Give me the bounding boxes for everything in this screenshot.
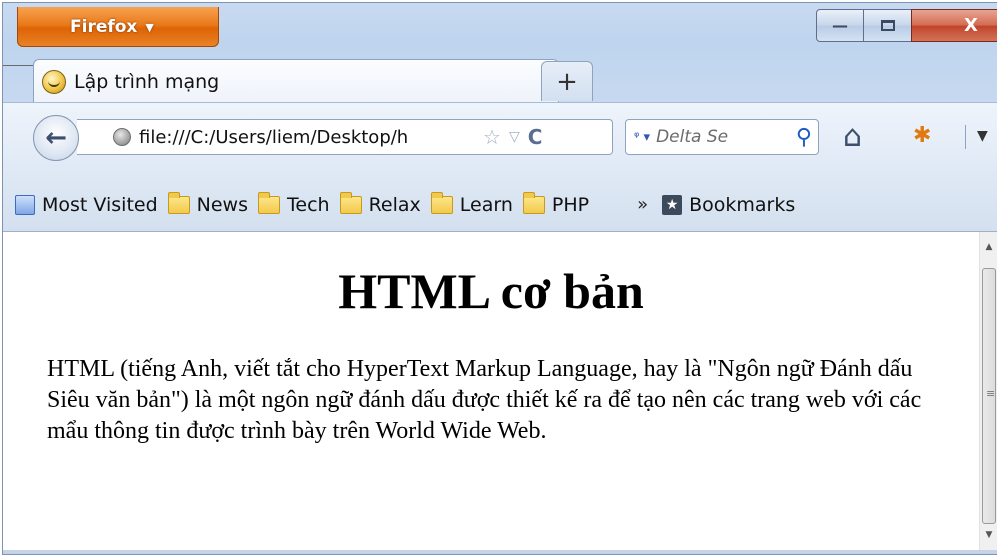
bookmark-label: Learn: [459, 194, 513, 216]
page-title: HTML cơ bản: [338, 263, 644, 319]
bookmark-label: News: [196, 194, 248, 216]
search-icon[interactable]: ⚲: [796, 125, 812, 150]
page-content: HTML cơ bản HTML (tiếng Anh, viết tắt ch…: [3, 232, 979, 554]
plus-icon: +: [556, 66, 578, 97]
bookmarks-toolbar: Most Visited News Tech Relax Learn PHP »…: [3, 162, 997, 232]
star-bookmark-icon[interactable]: ☆: [483, 125, 501, 149]
maximize-button[interactable]: [863, 9, 912, 42]
page-paragraph: HTML (tiếng Anh, viết tắt cho HyperText …: [47, 356, 922, 444]
bookmark-label: Most Visited: [42, 194, 158, 216]
firefox-menu-button[interactable]: Firefox ▼: [17, 7, 219, 47]
search-box[interactable]: ᵠ ▾ Delta Se ⚲: [625, 119, 819, 155]
new-tab-button[interactable]: +: [541, 61, 593, 101]
search-placeholder: Delta Se: [656, 127, 729, 147]
grip-icon: ≡: [986, 387, 996, 400]
bookmark-folder-relax[interactable]: Relax: [339, 192, 421, 216]
tab-active[interactable]: Lập trình mạng: [33, 59, 559, 103]
url-text[interactable]: file:///C:/Users/liem/Desktop/h: [139, 127, 479, 148]
bookmark-folder-learn[interactable]: Learn: [430, 192, 513, 216]
back-button[interactable]: ←: [33, 115, 79, 161]
bookmark-label: Relax: [368, 194, 421, 216]
folder-icon: [430, 192, 453, 214]
bookmarks-star-icon: ★: [662, 195, 683, 215]
maximize-icon: [880, 20, 895, 31]
window-bottom-border: [3, 550, 997, 554]
bookmarks-menu-button[interactable]: ★ Bookmarks: [662, 194, 795, 216]
addon-bug-icon[interactable]: ✱: [913, 123, 931, 148]
navigation-toolbar: file:///C:/Users/liem/Desktop/h ☆ ▽ C ← …: [3, 102, 997, 163]
bookmark-label: PHP: [551, 194, 590, 216]
browser-window: Firefox ▼ — X Lập trình mạng + file:///C…: [2, 2, 997, 555]
minimize-icon: —: [832, 16, 848, 35]
scroll-up-arrow-icon[interactable]: ▲: [980, 238, 997, 256]
folder-icon: [258, 192, 280, 214]
scroll-down-arrow-icon[interactable]: ▼: [980, 526, 997, 544]
history-dropdown-icon[interactable]: ▽: [509, 129, 520, 145]
bookmark-folder-tech[interactable]: Tech: [258, 192, 330, 216]
toolbar-separator: [965, 125, 966, 149]
firefox-menu-label: Firefox: [70, 16, 138, 37]
bookmarks-overflow-chevron-icon[interactable]: »: [637, 194, 648, 215]
vertical-scrollbar[interactable]: ▲ ≡ ▼: [979, 232, 997, 554]
close-button[interactable]: X: [911, 9, 997, 42]
globe-icon: [113, 128, 131, 146]
background-edge: [3, 65, 37, 66]
folder-icon: [522, 192, 545, 214]
search-engine-icon[interactable]: ᵠ ▾: [634, 130, 650, 145]
reload-icon[interactable]: C: [528, 125, 543, 149]
bookmark-folder-news[interactable]: News: [167, 192, 248, 216]
most-visited-icon: [15, 195, 35, 215]
chevron-down-icon[interactable]: ▼: [977, 128, 988, 144]
chevron-down-icon: ▼: [145, 21, 154, 34]
bookmark-most-visited[interactable]: Most Visited: [15, 194, 158, 216]
minimize-button[interactable]: —: [816, 9, 864, 42]
smiley-favicon-icon: [42, 69, 66, 94]
bookmarks-menu-label: Bookmarks: [689, 194, 796, 216]
back-arrow-icon: ←: [45, 123, 67, 153]
bookmark-label: Tech: [287, 194, 330, 216]
tab-title: Lập trình mạng: [74, 70, 220, 93]
folder-icon: [167, 192, 190, 214]
home-icon[interactable]: ⌂: [843, 119, 862, 154]
bookmark-folder-php[interactable]: PHP: [522, 192, 590, 216]
scrollbar-thumb[interactable]: ≡: [982, 268, 996, 524]
url-bar[interactable]: file:///C:/Users/liem/Desktop/h ☆ ▽ C: [77, 119, 613, 155]
folder-icon: [339, 192, 362, 214]
close-icon: X: [964, 15, 978, 36]
